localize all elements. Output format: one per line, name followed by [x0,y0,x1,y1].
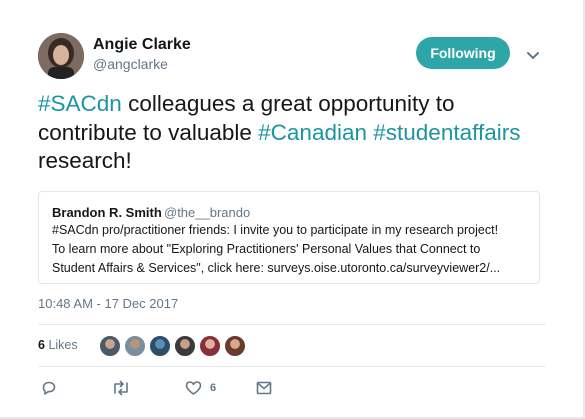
tweet-text: #SACdn colleagues a great opportunity to… [38,90,558,176]
heart-icon [185,381,202,395]
reply-button[interactable] [41,379,57,397]
following-button[interactable]: Following [416,37,510,69]
liker-avatar[interactable] [124,335,146,357]
quoted-text-line: #SACdn pro/practitioner friends: I invit… [52,223,499,237]
hashtag-link[interactable]: #Canadian [258,120,367,145]
divider [38,366,546,367]
retweet-icon [114,380,128,396]
likes-summary[interactable]: 6 Likes [38,338,78,352]
liker-avatar[interactable] [99,335,121,357]
divider [38,324,546,325]
quoted-author-name: Brandon R. Smith [52,205,162,220]
likes-count: 6 [38,338,45,352]
reply-icon [42,381,56,395]
timestamp[interactable]: 10:48 AM - 17 Dec 2017 [38,296,178,311]
retweet-button[interactable] [111,379,131,397]
user-handle[interactable]: @angclarke [93,56,168,72]
tweet-text-segment: research! [38,148,132,173]
avatar-image [38,33,84,79]
like-button[interactable]: 6 [185,379,216,397]
envelope-icon [256,381,272,395]
tweet-card: Angie Clarke @angclarke Following #SACdn… [0,0,584,418]
user-name[interactable]: Angie Clarke [93,36,191,54]
liker-avatar[interactable] [174,335,196,357]
hashtag-link[interactable]: #SACdn [38,91,122,116]
liker-avatar[interactable] [199,335,221,357]
liker-avatar[interactable] [149,335,171,357]
liker-avatar[interactable] [224,335,246,357]
direct-message-button[interactable] [256,379,272,397]
hashtag-link[interactable]: #studentaffairs [373,120,520,145]
chevron-down-icon[interactable] [526,48,540,60]
quoted-text-line: To learn more about "Exploring Practitio… [52,242,481,256]
likes-label: Likes [48,338,78,352]
quoted-tweet[interactable]: Brandon R. Smith @the__brando #SACdn pro… [38,191,540,284]
quoted-author-handle: @the__brando [164,205,251,220]
quoted-text-line: Student Affairs & Services", click here:… [52,261,501,275]
like-count: 6 [210,382,217,394]
avatar[interactable] [38,33,84,79]
